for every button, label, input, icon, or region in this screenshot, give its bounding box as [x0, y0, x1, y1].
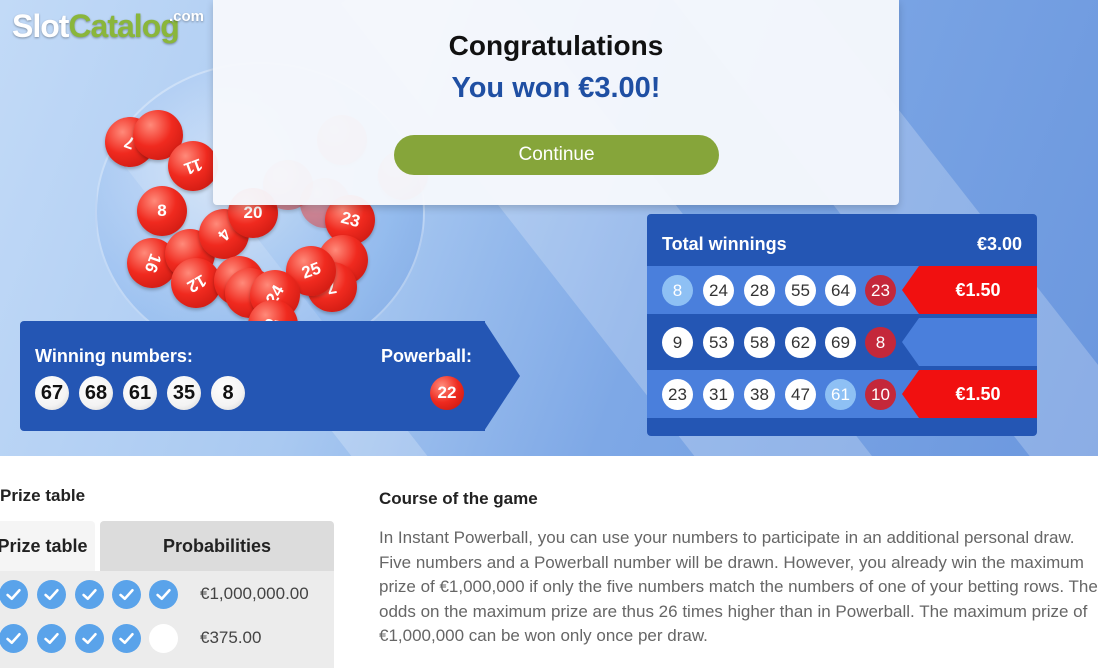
ticket-number: 28 [744, 275, 775, 306]
tab-prize-table[interactable]: Prize table [0, 521, 95, 571]
draw-ball: 8 [137, 186, 187, 236]
ticket-number: 8 [662, 275, 693, 306]
winning-number-ball: 61 [123, 376, 157, 410]
ticket-row: 8 24 28 55 64 23 €1.50 [647, 266, 1037, 314]
winning-number-ball: 8 [211, 376, 245, 410]
winning-panel-arrow [484, 321, 520, 431]
ticket-number: 64 [825, 275, 856, 306]
winning-number-ball: 68 [79, 376, 113, 410]
game-area: 7 11 8 16 12 4 20 23 7 25 24 15 SlotCata… [0, 0, 1098, 456]
ticket-number: 53 [703, 327, 734, 358]
ticket-number: 31 [703, 379, 734, 410]
winning-number-ball: 35 [167, 376, 201, 410]
check-icon [75, 580, 104, 609]
prize-table: €1,000,000.00 €375.00 [0, 571, 334, 668]
check-icon [75, 624, 104, 653]
ticket-row: 23 31 38 47 61 10 €1.50 [647, 370, 1037, 418]
check-icon [37, 624, 66, 653]
draw-ball: 11 [168, 141, 218, 191]
ticket-number: 69 [825, 327, 856, 358]
ticket-number: 62 [785, 327, 816, 358]
check-icon [0, 580, 28, 609]
prize-tabs: Prize table Probabilities [0, 521, 334, 571]
ticket-number: 23 [662, 379, 693, 410]
info-section: Prize table Prize table Probabilities €1… [0, 456, 1098, 668]
continue-button[interactable]: Continue [394, 135, 719, 175]
ticket-number: 47 [785, 379, 816, 410]
prize-amount: €375.00 [200, 628, 262, 647]
ticket-prize: €1.50 [919, 370, 1037, 418]
ticket-number: 9 [662, 327, 693, 358]
check-icon [112, 580, 141, 609]
prize-row: €1,000,000.00 [0, 571, 334, 615]
total-winnings-label: Total winnings [662, 234, 787, 254]
win-dialog: Congratulations You won €3.00! Continue [213, 0, 899, 205]
check-icon [149, 580, 178, 609]
prize-arrow [902, 370, 919, 418]
ticket-number: 38 [744, 379, 775, 410]
winning-numbers-label: Winning numbers: [35, 346, 193, 366]
ticket-powerball: 23 [865, 275, 896, 306]
check-icon [112, 624, 141, 653]
empty-circle-icon [149, 624, 178, 653]
ticket-row: 9 53 58 62 69 8 [647, 318, 1037, 366]
total-winnings-value: €3.00 [976, 234, 1022, 254]
ticket-number: 55 [785, 275, 816, 306]
prize-row: €375.00 [0, 615, 334, 659]
ticket-number: 58 [744, 327, 775, 358]
check-icon [37, 580, 66, 609]
ticket-number: 24 [703, 275, 734, 306]
ticket-number: 61 [825, 379, 856, 410]
course-heading: Course of the game [379, 489, 538, 508]
ticket-powerball: 10 [865, 379, 896, 410]
ticket-powerball: 8 [865, 327, 896, 358]
slotcatalog-logo: SlotCatalog .com [12, 8, 205, 44]
win-amount-text: You won €3.00! [451, 72, 661, 104]
tab-probabilities[interactable]: Probabilities [100, 521, 334, 571]
prize-amount: €1,000,000.00 [200, 584, 309, 603]
winning-number-ball: 67 [35, 376, 69, 410]
prize-table-heading: Prize table [0, 486, 86, 505]
course-description: In Instant Powerball, you can use your n… [379, 528, 1098, 645]
no-prize-marker [902, 318, 1037, 366]
powerball-ball: 22 [430, 376, 464, 410]
total-winnings-row: Total winnings €3.00 [662, 234, 1022, 255]
ticket-prize: €1.50 [919, 266, 1037, 314]
dialog-title: Congratulations [448, 30, 664, 61]
check-icon [0, 624, 28, 653]
prize-arrow [902, 266, 919, 314]
powerball-label: Powerball: [381, 346, 473, 366]
winning-numbers-panel: Winning numbers: Powerball: 67 68 61 35 … [20, 321, 485, 431]
tickets-panel: Total winnings €3.00 8 24 28 55 64 23 €1… [647, 214, 1037, 436]
